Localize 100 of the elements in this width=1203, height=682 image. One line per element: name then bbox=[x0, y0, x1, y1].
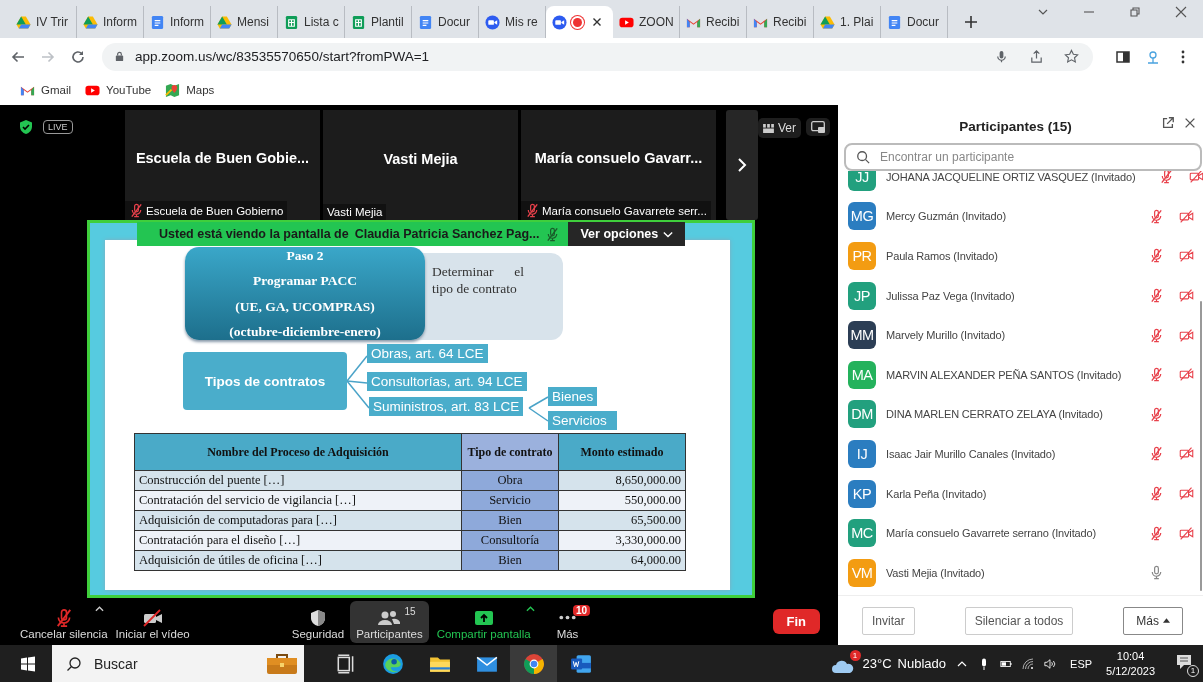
participant-name: María consuelo Gavarrete serrano (Invitado) bbox=[886, 527, 1096, 540]
banner-text: Usted está viendo la pantalla de bbox=[159, 227, 349, 241]
shield-check-icon[interactable] bbox=[18, 119, 34, 135]
reload-icon[interactable] bbox=[70, 48, 86, 65]
spreadsheet-icon bbox=[284, 14, 299, 30]
windows-start-icon[interactable] bbox=[20, 655, 36, 672]
close-icon[interactable] bbox=[1175, 6, 1187, 18]
toolbar-button[interactable]: 15 Participantes bbox=[350, 600, 429, 643]
language-indicator[interactable]: ESP bbox=[1070, 657, 1093, 670]
notification-count: 1 bbox=[1187, 664, 1199, 677]
bookmark-link[interactable]: Gmail bbox=[20, 82, 72, 98]
participant-row[interactable]: MG Mercy Guzmán (Invitado) bbox=[838, 196, 1203, 237]
share-screen-icon bbox=[472, 608, 495, 627]
participant-row[interactable]: JJ JOHANA JACQUELINE ORTIZ VASQUEZ (Invitado) bbox=[838, 171, 1203, 197]
toolbar-button[interactable]: Seguridad bbox=[285, 600, 351, 643]
participant-row[interactable]: KP Karla Peña (Invitado) bbox=[838, 473, 1203, 514]
temperature-text: 23°C bbox=[862, 656, 892, 671]
speaker-icon[interactable] bbox=[1044, 657, 1057, 670]
microphone-icon bbox=[1149, 565, 1164, 581]
participant-name: Karla Peña (Invitado) bbox=[886, 487, 987, 500]
bookmark-link[interactable]: Maps bbox=[165, 82, 215, 98]
participant-row[interactable]: PR Paula Ramos (Invitado) bbox=[838, 236, 1203, 276]
recording-icon bbox=[573, 17, 582, 27]
end-button[interactable]: Fin bbox=[772, 609, 820, 634]
avatar: MG bbox=[848, 202, 876, 231]
caret-icon[interactable] bbox=[525, 605, 535, 612]
close-icon[interactable] bbox=[1183, 116, 1197, 130]
restore-icon[interactable] bbox=[1129, 6, 1141, 18]
participant-name: MARVIN ALEXANDER PEÑA SANTOS (Invitado) bbox=[886, 368, 1122, 381]
date-text: 5/12/2023 bbox=[1106, 663, 1155, 679]
share-icon[interactable] bbox=[1029, 49, 1044, 64]
muted-microphone-icon bbox=[1149, 288, 1164, 304]
caret-icon bbox=[1163, 618, 1170, 623]
video-tile[interactable]: Vasti Mejia Vasti Mejia bbox=[323, 110, 518, 220]
view-button[interactable]: Ver bbox=[758, 118, 801, 138]
search-field[interactable]: Encontrar un participante bbox=[844, 143, 1202, 171]
participant-row[interactable]: IJ Isaac Jair Murillo Canales (Invitado) bbox=[838, 434, 1203, 474]
muted-microphone-icon bbox=[1149, 208, 1164, 224]
participant-label: Escuela de Buen Gobierno bbox=[146, 204, 284, 217]
address-field[interactable]: app.zoom.us/wc/83535570650/start?fromPWA=1 bbox=[102, 42, 1093, 71]
taskbar-app[interactable] bbox=[510, 645, 557, 682]
subtype-label: Bienes bbox=[548, 387, 598, 406]
participant-name: DINA MARLEN CERRATO ZELAYA (Invitado) bbox=[886, 408, 1103, 421]
participant-row[interactable]: JP Julissa Paz Vega (Invitado) bbox=[838, 275, 1203, 316]
scrollbar-thumb[interactable] bbox=[1200, 301, 1202, 591]
contract-type-label: Consultorías, art. 94 LCE bbox=[367, 372, 527, 391]
window-icon bbox=[811, 121, 825, 133]
side-panel-icon[interactable] bbox=[1115, 48, 1131, 65]
taskbar-search-field[interactable]: Buscar bbox=[52, 645, 304, 682]
star-icon[interactable] bbox=[1064, 49, 1079, 64]
bookmark-link[interactable]: YouTube bbox=[85, 82, 152, 98]
new-tab-icon[interactable] bbox=[964, 15, 978, 29]
subtype-label: Servicios bbox=[548, 411, 617, 430]
participant-row[interactable]: MM Marvely Murillo (Invitado) bbox=[838, 315, 1203, 355]
wifi-icon[interactable] bbox=[1022, 657, 1035, 670]
count-badge: 10 bbox=[573, 604, 591, 616]
participant-name: JOHANA JACQUELINE ORTIZ VASQUEZ (Invitado) bbox=[886, 171, 1136, 183]
notification-badge: 1 bbox=[849, 649, 861, 661]
panel-button[interactable]: Silenciar a todos bbox=[964, 606, 1074, 635]
time-text: 10:04 bbox=[1116, 648, 1145, 664]
grid-icon bbox=[763, 123, 774, 133]
muted-microphone-icon bbox=[525, 203, 540, 218]
panel-button[interactable]: Más bbox=[1123, 606, 1183, 635]
participant-name: Paula Ramos (Invitado) bbox=[886, 250, 998, 262]
caret-icon[interactable] bbox=[94, 605, 104, 612]
drive-icon bbox=[217, 14, 232, 30]
more-icon bbox=[559, 615, 576, 620]
view-options-button[interactable]: Ver opciones bbox=[568, 222, 686, 246]
muted-microphone-icon bbox=[1149, 486, 1164, 502]
extension-icon[interactable] bbox=[1145, 48, 1161, 65]
participant-row[interactable]: DM DINA MARLEN CERRATO ZELAYA (Invitado) bbox=[838, 394, 1203, 435]
panel-button[interactable]: Invitar bbox=[862, 606, 915, 635]
participant-row[interactable]: MC María consuelo Gavarrete serrano (Invitado) bbox=[838, 513, 1203, 553]
column-header: Monto estimado bbox=[558, 433, 686, 471]
toolbar-button[interactable]: 10 Más bbox=[546, 600, 595, 643]
browser-tab[interactable] bbox=[546, 6, 613, 38]
muted-microphone-icon bbox=[1149, 367, 1164, 383]
toolbar-button[interactable]: Compartir pantalla bbox=[430, 600, 537, 643]
pop-out-icon[interactable] bbox=[1161, 116, 1175, 130]
notification-icon[interactable] bbox=[1175, 652, 1193, 671]
participant-row[interactable]: VM Vasti Mejia (Invitado) bbox=[838, 552, 1203, 593]
participant-name: Mercy Guzmán (Invitado) bbox=[886, 210, 1007, 223]
participant-row[interactable]: MA MARVIN ALEXANDER PEÑA SANTOS (Invitado) bbox=[838, 354, 1203, 395]
clock[interactable]: 10:04 5/12/2023 bbox=[1106, 648, 1155, 679]
drive-icon bbox=[820, 14, 835, 30]
avatar: MC bbox=[848, 519, 876, 548]
column-header: Nombre del Proceso de Adquisición bbox=[134, 433, 462, 471]
drive-icon bbox=[83, 14, 98, 30]
picture-in-picture-button[interactable] bbox=[806, 118, 830, 136]
video-tile[interactable]: María consuelo Gavarr... María consuelo Gavarrete serr... bbox=[521, 110, 716, 220]
chrome-icon bbox=[522, 652, 545, 675]
presenter-name: Claudia Patricia Sanchez Pag... bbox=[354, 227, 540, 241]
search-icon bbox=[856, 150, 870, 164]
document-icon bbox=[569, 652, 592, 675]
video-tile[interactable]: Escuela de Buen Gobie... Escuela de Buen Gobierno bbox=[125, 110, 320, 220]
close-icon[interactable] bbox=[592, 17, 602, 27]
avatar: JJ bbox=[848, 171, 876, 191]
live-badge: LIVE bbox=[43, 120, 73, 134]
briefcase-icon bbox=[266, 652, 298, 675]
muted-microphone-icon bbox=[1149, 446, 1164, 462]
